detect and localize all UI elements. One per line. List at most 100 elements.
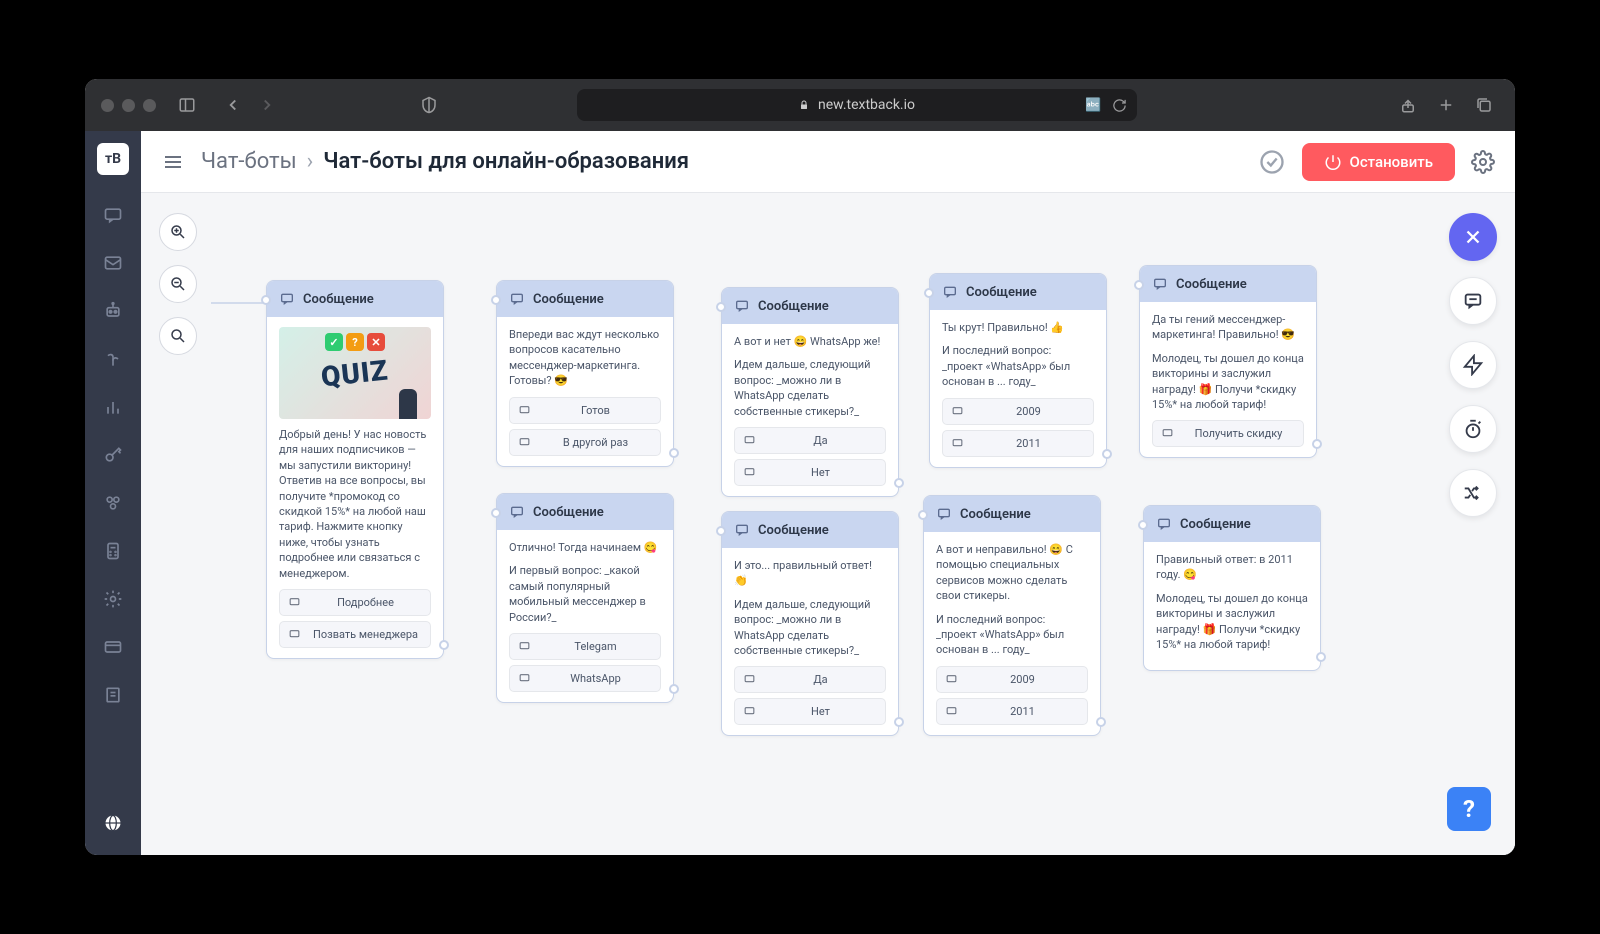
zoom-controls <box>159 213 197 355</box>
add-message-button[interactable] <box>1449 277 1497 325</box>
chevron-right-icon: › <box>307 149 314 174</box>
sidebar-docs-icon[interactable] <box>93 675 133 715</box>
node-output-port[interactable] <box>894 478 904 488</box>
tabs-icon[interactable] <box>1469 90 1499 120</box>
minimize-window-icon[interactable] <box>122 99 135 112</box>
node-button-telegram[interactable]: Telegam <box>509 633 661 660</box>
zoom-in-button[interactable] <box>159 213 197 251</box>
flow-node-1[interactable]: Сообщение ✓ ? ✕ QUIZ Добрый день! <box>266 280 444 659</box>
forward-button[interactable] <box>252 90 282 120</box>
page-header: Чат-боты › Чат-боты для онлайн-образован… <box>141 131 1515 193</box>
message-icon <box>936 506 952 522</box>
node-button-2009[interactable]: 2009 <box>942 398 1094 425</box>
node-output-port[interactable] <box>1316 652 1326 662</box>
message-icon <box>509 504 525 520</box>
message-icon <box>734 298 750 314</box>
flow-node-5[interactable]: Сообщение И это... правильный ответ! 👏 И… <box>721 511 899 736</box>
node-button-later[interactable]: В другой раз <box>509 429 661 456</box>
gear-icon[interactable] <box>1471 150 1495 174</box>
sidebar-card-icon[interactable] <box>93 627 133 667</box>
add-action-button[interactable] <box>1449 341 1497 389</box>
sidebar-bot-icon[interactable] <box>93 291 133 331</box>
node-button-yes[interactable]: Да <box>734 427 886 454</box>
sidebar-settings-icon[interactable] <box>93 579 133 619</box>
node-button-yes[interactable]: Да <box>734 666 886 693</box>
node-button-more[interactable]: Подробнее <box>279 589 431 616</box>
add-random-button[interactable] <box>1449 469 1497 517</box>
node-output-port[interactable] <box>669 684 679 694</box>
sidebar-keys-icon[interactable] <box>93 435 133 475</box>
sidebar-users-icon[interactable] <box>93 483 133 523</box>
sidebar-analytics-icon[interactable] <box>93 387 133 427</box>
node-output-port[interactable] <box>669 448 679 458</box>
flow-node-6[interactable]: Сообщение Ты крут! Правильно! 👍 И послед… <box>929 273 1107 468</box>
sidebar-growth-icon[interactable] <box>93 339 133 379</box>
node-output-port[interactable] <box>1102 449 1112 459</box>
node-text: Добрый день! У нас новость для наших под… <box>279 427 431 581</box>
node-input-port[interactable] <box>1134 280 1144 290</box>
node-input-port[interactable] <box>716 526 726 536</box>
node-button-discount[interactable]: Получить скидку <box>1152 420 1304 447</box>
window-controls[interactable] <box>101 99 156 112</box>
node-header: Сообщение <box>267 281 443 317</box>
node-button-no[interactable]: Нет <box>734 459 886 486</box>
app-logo[interactable]: тВ <box>97 143 129 175</box>
node-button-2011[interactable]: 2011 <box>942 430 1094 457</box>
flow-node-9[interactable]: Сообщение Правильный ответ: в 2011 году.… <box>1143 505 1321 671</box>
node-button-2011[interactable]: 2011 <box>936 698 1088 725</box>
node-output-port[interactable] <box>439 640 449 650</box>
zoom-reset-button[interactable] <box>159 317 197 355</box>
flow-node-8[interactable]: Сообщение Да ты гений мессенджер-маркети… <box>1139 265 1317 458</box>
app-container: тВ Чат-боты › Чат-боты для онл <box>85 131 1515 855</box>
sidebar-toggle-icon[interactable] <box>172 90 202 120</box>
main-area: Чат-боты › Чат-боты для онлайн-образован… <box>141 131 1515 855</box>
node-button-manager[interactable]: Позвать менеджера <box>279 621 431 648</box>
power-icon <box>1324 153 1342 171</box>
node-input-port[interactable] <box>1138 520 1148 530</box>
zoom-out-button[interactable] <box>159 265 197 303</box>
node-output-port[interactable] <box>894 717 904 727</box>
node-input-port[interactable] <box>491 295 501 305</box>
flow-canvas[interactable]: ? <box>141 193 1515 855</box>
message-icon <box>279 291 295 307</box>
maximize-window-icon[interactable] <box>143 99 156 112</box>
node-button-no[interactable]: Нет <box>734 698 886 725</box>
share-icon[interactable] <box>1393 90 1423 120</box>
node-input-port[interactable] <box>491 508 501 518</box>
node-input-port[interactable] <box>924 288 934 298</box>
address-bar[interactable]: new.textback.io 🔤 <box>577 89 1137 121</box>
node-input-port[interactable] <box>261 295 271 305</box>
node-button-ready[interactable]: Готов <box>509 397 661 424</box>
new-tab-icon[interactable] <box>1431 90 1461 120</box>
back-button[interactable] <box>218 90 248 120</box>
sidebar-calculator-icon[interactable] <box>93 531 133 571</box>
node-input-port[interactable] <box>716 302 726 312</box>
browser-toolbar: new.textback.io 🔤 <box>85 79 1515 131</box>
quiz-image: ✓ ? ✕ QUIZ <box>279 327 431 419</box>
help-button[interactable]: ? <box>1447 787 1491 831</box>
reload-icon[interactable] <box>1112 98 1127 113</box>
node-button-2009[interactable]: 2009 <box>936 666 1088 693</box>
menu-icon[interactable] <box>161 150 185 174</box>
stop-button[interactable]: Остановить <box>1302 143 1455 181</box>
node-output-port[interactable] <box>1096 717 1106 727</box>
message-icon <box>509 291 525 307</box>
node-button-whatsapp[interactable]: WhatsApp <box>509 665 661 692</box>
sidebar-inbox-icon[interactable] <box>93 243 133 283</box>
url-text: new.textback.io <box>818 97 915 113</box>
breadcrumb-root[interactable]: Чат-боты <box>201 149 297 174</box>
node-input-port[interactable] <box>918 510 928 520</box>
flow-node-7[interactable]: Сообщение А вот и неправильно! 😄 С помощ… <box>923 495 1101 736</box>
flow-node-2[interactable]: Сообщение Впереди вас ждут несколько воп… <box>496 280 674 467</box>
check-circle-icon[interactable] <box>1258 148 1286 176</box>
node-output-port[interactable] <box>1312 439 1322 449</box>
shield-icon[interactable] <box>414 90 444 120</box>
sidebar-chats-icon[interactable] <box>93 195 133 235</box>
sidebar-globe-icon[interactable] <box>93 803 133 843</box>
add-delay-button[interactable] <box>1449 405 1497 453</box>
close-panel-button[interactable] <box>1449 213 1497 261</box>
translate-icon[interactable]: 🔤 <box>1085 98 1101 113</box>
close-window-icon[interactable] <box>101 99 114 112</box>
flow-node-4[interactable]: Сообщение А вот и нет 😄 WhatsApp же! Иде… <box>721 287 899 497</box>
flow-node-3[interactable]: Сообщение Отлично! Тогда начинаем 😋 И пе… <box>496 493 674 703</box>
